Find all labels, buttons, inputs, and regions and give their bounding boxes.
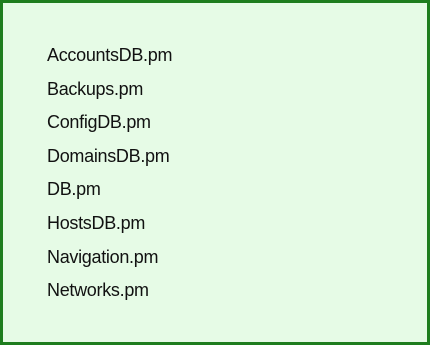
file-item-db[interactable]: DB.pm [47, 173, 172, 207]
file-list: AccountsDB.pm Backups.pm ConfigDB.pm Dom… [47, 39, 172, 308]
file-item-configdb[interactable]: ConfigDB.pm [47, 106, 172, 140]
file-item-domainsdb[interactable]: DomainsDB.pm [47, 140, 172, 174]
file-list-panel: AccountsDB.pm Backups.pm ConfigDB.pm Dom… [0, 0, 430, 345]
file-item-accountsdb[interactable]: AccountsDB.pm [47, 39, 172, 73]
file-item-backups[interactable]: Backups.pm [47, 73, 172, 107]
file-item-navigation[interactable]: Navigation.pm [47, 241, 172, 275]
file-item-networks[interactable]: Networks.pm [47, 274, 172, 308]
file-item-hostsdb[interactable]: HostsDB.pm [47, 207, 172, 241]
